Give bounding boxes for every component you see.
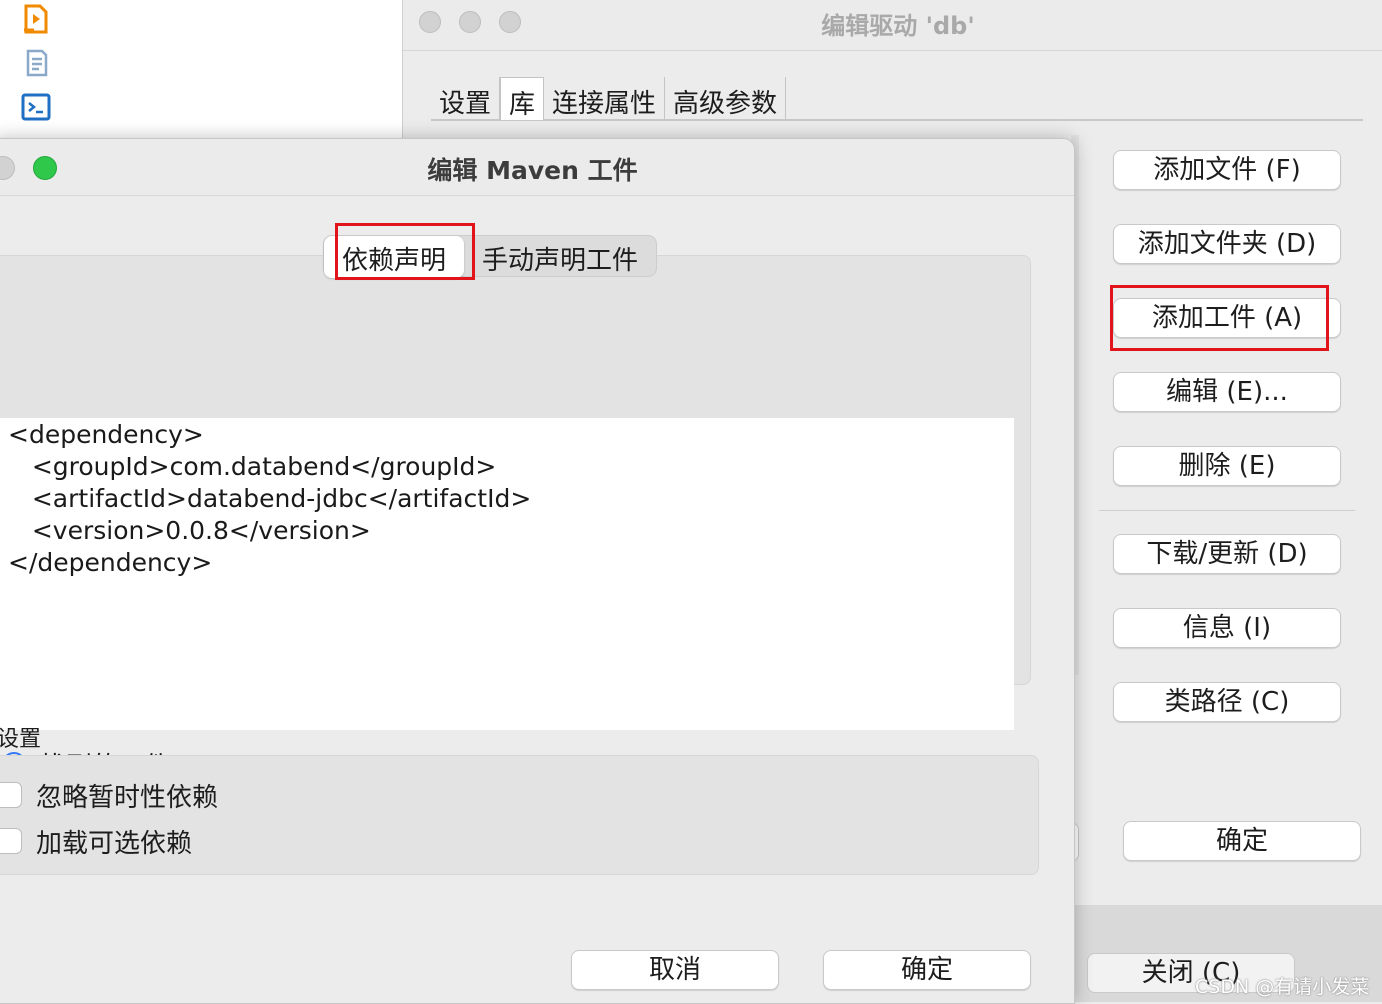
settings-box: 忽略暂时性依赖 加载可选依赖 (0, 755, 1039, 875)
ignore-transitive-label: 忽略暂时性依赖 (36, 782, 219, 813)
terminal-icon[interactable] (20, 91, 52, 123)
info-button[interactable]: 信息 (I) (1113, 608, 1341, 648)
load-optional-option[interactable]: 加载可选依赖 (0, 823, 192, 859)
download-update-button[interactable]: 下载/更新 (D) (1113, 534, 1341, 574)
settings-section-label: 设置 (0, 727, 42, 752)
tab-connection-properties[interactable]: 连接属性 (544, 77, 666, 119)
load-optional-checkbox[interactable] (0, 828, 22, 854)
cancel-button[interactable]: 取消 (571, 950, 779, 990)
classpath-button[interactable]: 类路径 (C) (1113, 682, 1341, 722)
tab-settings[interactable]: 设置 (431, 77, 501, 119)
code-line: <artifactId>databend-jdbc</artifactId> (8, 484, 532, 513)
dependency-declaration-highlight (335, 223, 475, 280)
ignore-transitive-option[interactable]: 忽略暂时性依赖 (0, 777, 218, 813)
code-line: <dependency> (8, 420, 204, 449)
tab-advanced-parameters[interactable]: 高级参数 (665, 77, 787, 119)
dependency-editor[interactable]: <dependency> <groupId>com.databend</grou… (0, 418, 1014, 730)
code-line: </dependency> (8, 548, 213, 577)
load-optional-label: 加载可选依赖 (36, 828, 193, 859)
add-artifact-button[interactable]: 添加工件 (A) (1113, 298, 1341, 338)
driver-ok-button[interactable]: 确定 (1123, 821, 1361, 861)
add-file-button[interactable]: 添加文件 (F) (1113, 150, 1341, 190)
driver-window-title: 编辑驱动 'db' (821, 12, 975, 40)
dependency-panel: <dependency> <groupId>com.databend</grou… (0, 255, 1031, 782)
code-line: <version>0.0.8</version> (8, 516, 371, 545)
background-sidebar (0, 0, 402, 140)
tab-libraries[interactable]: 库 (500, 77, 545, 120)
driver-titlebar: 编辑驱动 'db' (403, 0, 1382, 51)
media-file-icon[interactable] (20, 3, 52, 35)
watermark: CSDN @有请小发菜 (1195, 976, 1370, 998)
maven-dialog-title: 编辑 Maven 工件 (427, 156, 638, 185)
script-file-icon[interactable] (20, 47, 52, 79)
add-folder-button[interactable]: 添加文件夹 (D) (1113, 224, 1341, 264)
button-separator (1099, 510, 1355, 511)
maven-ok-button[interactable]: 确定 (823, 950, 1031, 990)
driver-tab-bar: 设置 库 连接属性 高级参数 (431, 77, 1363, 121)
edit-maven-artifact-dialog: 编辑 Maven 工件 <dependency> <groupId>com.da… (0, 138, 1075, 1004)
code-line: <groupId>com.databend</groupId> (8, 452, 497, 481)
edit-button[interactable]: 编辑 (E)... (1113, 372, 1341, 412)
delete-button[interactable]: 删除 (E) (1113, 446, 1341, 486)
maven-titlebar: 编辑 Maven 工件 (0, 139, 1074, 196)
ignore-transitive-checkbox[interactable] (0, 782, 22, 808)
segment-manual-artifact[interactable]: 手动声明工件 (464, 236, 656, 278)
